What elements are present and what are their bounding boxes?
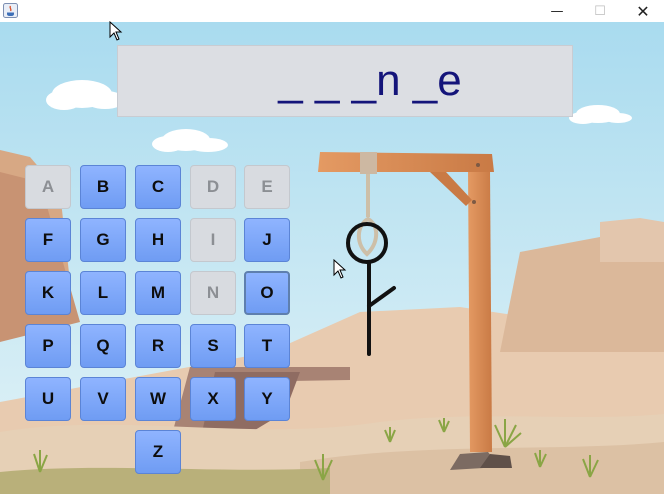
minimize-button[interactable]: —	[535, 0, 579, 22]
hidden-word: _ _ _n _e	[278, 56, 462, 105]
letter-button-y[interactable]: Y	[244, 377, 290, 421]
maximize-button[interactable]: ☐	[578, 0, 622, 22]
letter-button-v[interactable]: V	[80, 377, 126, 421]
letter-button-w[interactable]: W	[135, 377, 181, 421]
title-bar: — ☐ ✕	[0, 0, 664, 22]
letter-button-f[interactable]: F	[25, 218, 71, 262]
minimize-icon: —	[550, 3, 564, 19]
letter-button-j[interactable]: J	[244, 218, 290, 262]
letter-button-c[interactable]: C	[135, 165, 181, 209]
letter-button-r[interactable]: R	[135, 324, 181, 368]
letter-button-x[interactable]: X	[190, 377, 236, 421]
letter-button-b[interactable]: B	[80, 165, 126, 209]
letter-button-o[interactable]: O	[244, 271, 290, 315]
letter-button-p[interactable]: P	[25, 324, 71, 368]
letter-button-a: A	[25, 165, 71, 209]
letter-button-u[interactable]: U	[25, 377, 71, 421]
game-area: _ _ _n _e ABCDE FGHIJ KLMNO PQRST UVWXY Z	[0, 22, 664, 494]
letter-button-g[interactable]: G	[80, 218, 126, 262]
letter-button-m[interactable]: M	[135, 271, 181, 315]
java-app-icon	[3, 3, 18, 18]
maximize-icon: ☐	[594, 3, 606, 19]
letter-button-z[interactable]: Z	[135, 430, 181, 474]
letter-button-i: I	[190, 218, 236, 262]
letter-button-l[interactable]: L	[80, 271, 126, 315]
letter-button-q[interactable]: Q	[80, 324, 126, 368]
letter-button-n: N	[190, 271, 236, 315]
letter-button-s[interactable]: S	[190, 324, 236, 368]
letter-button-e: E	[244, 165, 290, 209]
letter-button-k[interactable]: K	[25, 271, 71, 315]
close-icon: ✕	[636, 1, 650, 21]
letter-button-d: D	[190, 165, 236, 209]
close-button[interactable]: ✕	[621, 0, 664, 22]
letter-button-t[interactable]: T	[244, 324, 290, 368]
letter-button-h[interactable]: H	[135, 218, 181, 262]
mouse-cursor-icon	[333, 259, 347, 279]
word-display: _ _ _n _e	[117, 45, 573, 117]
mouse-cursor-icon	[109, 21, 123, 41]
